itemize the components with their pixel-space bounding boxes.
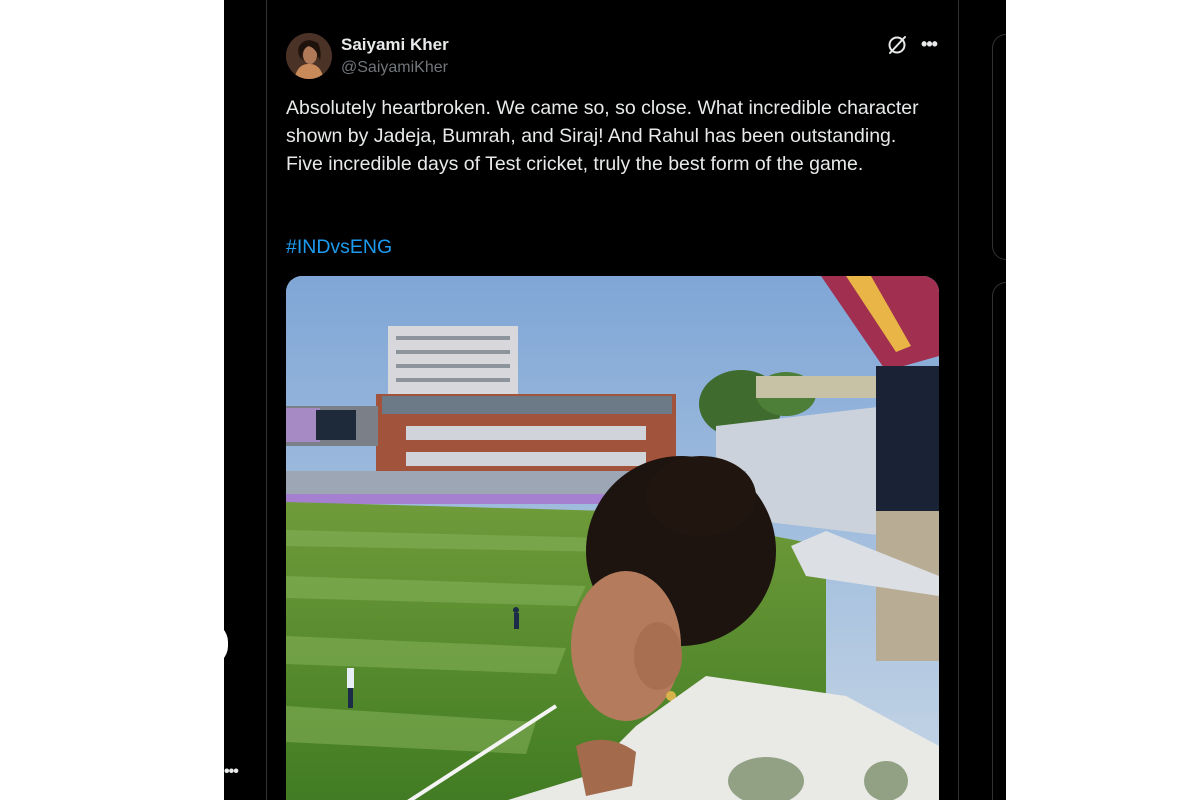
right-sidebar-card	[992, 282, 1006, 800]
photo-cricket-stadium-icon	[286, 276, 939, 800]
tweet-photo[interactable]	[286, 276, 939, 800]
profile-photo-icon	[286, 33, 332, 79]
avatar[interactable]	[286, 33, 332, 79]
more-options-icon[interactable]: •••	[918, 34, 940, 56]
hashtag-link[interactable]: #INDvsENG	[286, 233, 392, 261]
grok-icon-glyph	[888, 36, 906, 54]
right-sidebar-card	[992, 34, 1006, 260]
author-display-name[interactable]: Saiyami Kher	[341, 35, 449, 55]
tweet-text: Absolutely heartbroken. We came so, so c…	[286, 97, 919, 175]
author-handle[interactable]: @SaiyamiKher	[341, 58, 448, 78]
sidebar-more-icon[interactable]: •••	[224, 763, 246, 781]
grok-icon[interactable]	[886, 34, 908, 56]
